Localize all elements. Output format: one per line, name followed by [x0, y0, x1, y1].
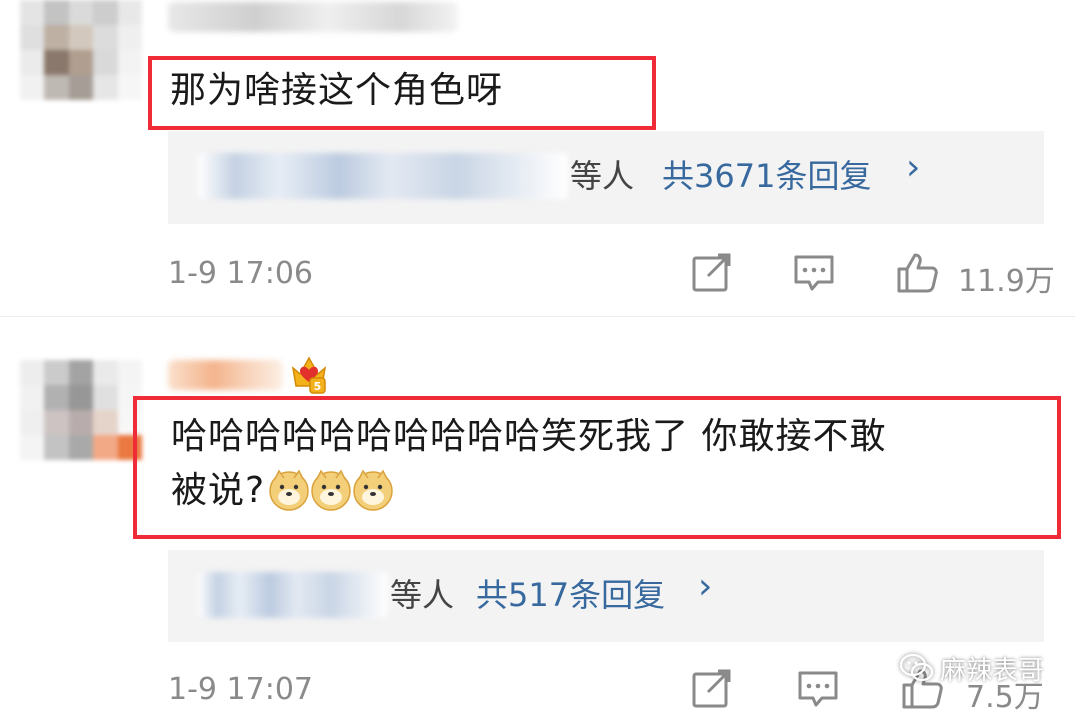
- doge-emoji: [311, 469, 351, 511]
- doge-emoji: [353, 469, 393, 511]
- divider: [0, 316, 1075, 317]
- reply-count-link[interactable]: 共3671条回复: [662, 151, 871, 197]
- comment-text-line1: 哈哈哈哈哈哈哈哈哈哈笑死我了 你敢接不敢: [171, 416, 887, 457]
- avatar[interactable]: [20, 0, 142, 100]
- doge-emoji: [269, 469, 309, 511]
- share-icon[interactable]: [690, 250, 734, 294]
- comment-text-line2: 被说?: [171, 470, 266, 511]
- avatar[interactable]: [20, 360, 142, 460]
- username[interactable]: [168, 360, 283, 390]
- like-count: 11.9万: [958, 264, 1055, 299]
- vip-crown-icon: 5: [291, 356, 327, 394]
- timestamp: 1-9 17:07: [168, 672, 313, 707]
- chevron-right-icon: ›: [698, 566, 713, 607]
- comment-icon[interactable]: [796, 666, 840, 710]
- reply-count-link[interactable]: 共517条回复: [476, 570, 665, 616]
- reply-preview[interactable]: 等人 共517条回复 ›: [168, 550, 1044, 642]
- reply-preview[interactable]: 等人 共3671条回复 ›: [168, 131, 1044, 224]
- reply-usernames[interactable]: [198, 572, 388, 618]
- watermark: 麻辣表哥: [900, 648, 1044, 688]
- wechat-icon: [900, 653, 934, 682]
- svg-text:5: 5: [314, 380, 322, 393]
- highlight-box: 那为啥接这个角色呀: [148, 56, 656, 130]
- comment-icon[interactable]: [792, 250, 836, 294]
- reply-others-label: 等人: [570, 157, 635, 195]
- reply-usernames[interactable]: [198, 153, 568, 199]
- reply-others-label: 等人: [390, 576, 455, 614]
- comment-text: 那为啥接这个角色呀: [170, 70, 504, 111]
- chevron-right-icon: ›: [906, 147, 921, 188]
- comment-item: 那为啥接这个角色呀 等人 共3671条回复 › 1-9 17:06 11.9万: [0, 0, 1075, 310]
- username[interactable]: [168, 2, 458, 32]
- comment-meta: 1-9 17:06 11.9万: [0, 246, 1075, 306]
- highlight-box: 哈哈哈哈哈哈哈哈哈哈笑死我了 你敢接不敢 被说?: [133, 396, 1061, 539]
- thumbs-up-icon[interactable]: [895, 250, 939, 294]
- timestamp: 1-9 17:06: [168, 256, 313, 291]
- watermark-text: 麻辣表哥: [940, 655, 1045, 686]
- doge-emoji-group: [269, 469, 393, 511]
- share-icon[interactable]: [690, 666, 734, 710]
